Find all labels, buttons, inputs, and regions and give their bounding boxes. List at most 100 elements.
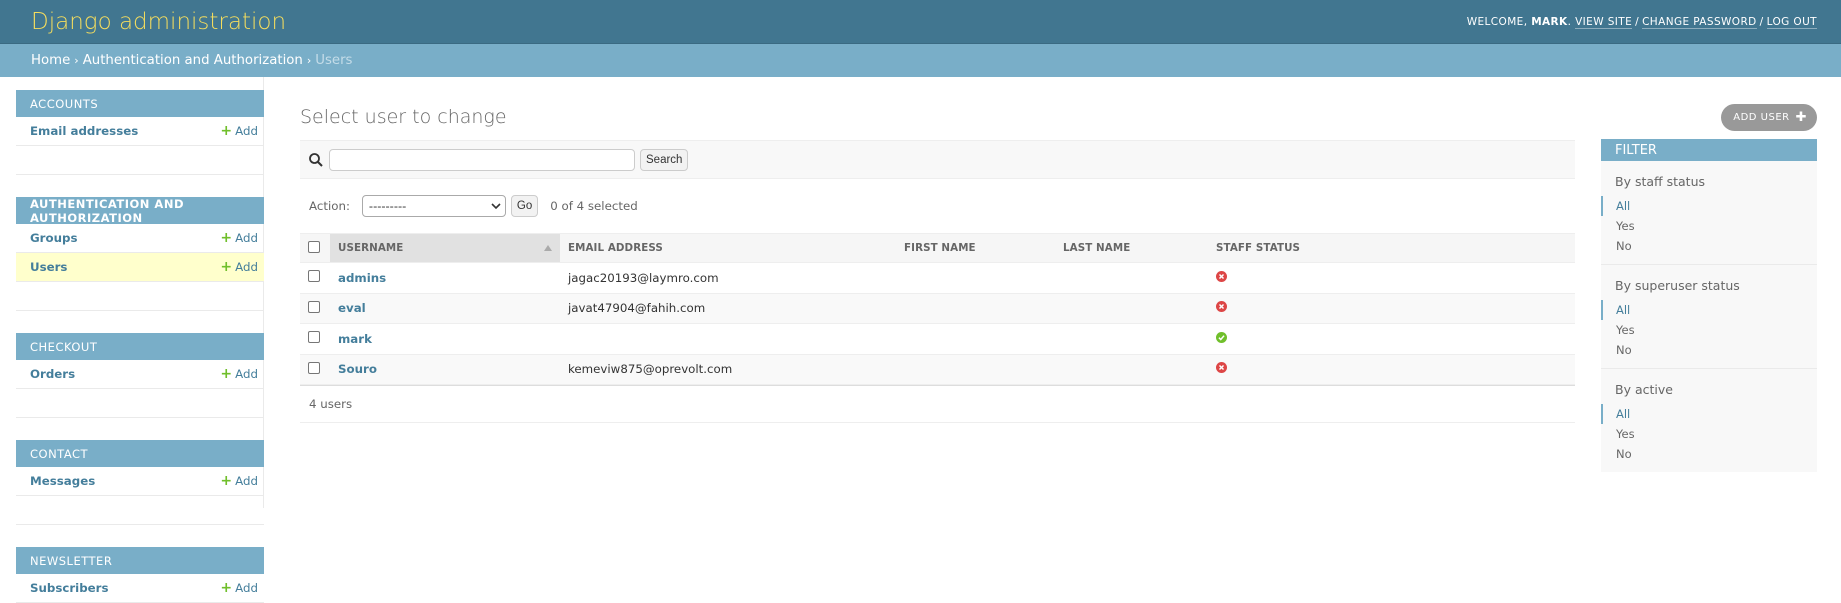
breadcrumb-current: Users xyxy=(315,53,353,68)
row-checkbox[interactable] xyxy=(308,270,320,283)
add-label: Add xyxy=(235,581,258,595)
sidebar-link-orders[interactable]: Orders xyxy=(30,367,75,381)
site-branding[interactable]: Django administration xyxy=(31,9,286,35)
filter-option-all: All xyxy=(1601,300,1817,320)
sidebar-item-subscribers: Subscribers + Add xyxy=(16,574,264,603)
module-caption-accounts[interactable]: Accounts xyxy=(16,90,264,117)
yes-icon xyxy=(1216,331,1227,343)
column-email[interactable]: Email address xyxy=(560,233,896,263)
current-username: MARK xyxy=(1531,15,1568,28)
module-caption-auth[interactable]: Authentication and Authorization xyxy=(16,197,264,225)
last-name-cell xyxy=(1055,324,1208,355)
changelist-main: Search Action: --------- Go 0 of 4 selec… xyxy=(300,140,1575,472)
username-link[interactable]: Souro xyxy=(338,362,377,376)
filter-group-active: By active All Yes No xyxy=(1601,369,1817,472)
column-email-label: Email address xyxy=(568,242,663,254)
module-caption-newsletter[interactable]: Newsletter xyxy=(16,547,264,574)
table-row: mark xyxy=(300,324,1575,355)
select-all-header xyxy=(300,233,330,263)
filter-option-yes: Yes xyxy=(1601,424,1817,444)
sidebar-link-users[interactable]: Users xyxy=(30,260,67,274)
last-name-cell xyxy=(1055,263,1208,294)
add-label: Add xyxy=(235,367,258,381)
filter-link-all[interactable]: All xyxy=(1616,407,1630,421)
add-email-address-link[interactable]: + Add xyxy=(220,123,258,139)
sidebar-link-messages[interactable]: Messages xyxy=(30,474,95,488)
changelist: Search Action: --------- Go 0 of 4 selec… xyxy=(300,139,1817,472)
username-link[interactable]: mark xyxy=(338,332,372,346)
add-order-link[interactable]: + Add xyxy=(220,366,258,382)
last-name-cell xyxy=(1055,293,1208,324)
first-name-cell xyxy=(896,324,1055,355)
module-caption-contact[interactable]: Contact xyxy=(16,440,264,467)
sidebar-link-email-addresses[interactable]: Email addresses xyxy=(30,124,138,138)
add-group-link[interactable]: + Add xyxy=(220,230,258,246)
column-username[interactable]: Username xyxy=(330,233,560,263)
no-icon xyxy=(1216,270,1227,282)
column-last-name-label: Last name xyxy=(1063,242,1131,254)
breadcrumb-home[interactable]: Home xyxy=(31,53,70,68)
filter-link-no[interactable]: No xyxy=(1616,447,1632,461)
main: Accounts Email addresses + Add Authentica… xyxy=(0,77,1841,603)
action-select[interactable]: --------- xyxy=(361,195,506,217)
add-message-link[interactable]: + Add xyxy=(220,473,258,489)
add-user-link[interactable]: + Add xyxy=(220,259,258,275)
changelist-filter: Filter By staff status All Yes No By sup… xyxy=(1601,139,1817,472)
search-button[interactable]: Search xyxy=(640,148,689,171)
filter-link-yes[interactable]: Yes xyxy=(1616,323,1635,337)
filter-option-yes: Yes xyxy=(1601,216,1817,236)
filter-link-no[interactable]: No xyxy=(1616,343,1632,357)
username-link[interactable]: eval xyxy=(338,301,366,315)
module-contact: Contact Messages + Add xyxy=(16,440,264,525)
search-input[interactable] xyxy=(329,148,635,171)
table-row: Souro kemeviw875@oprevolt.com xyxy=(300,354,1575,385)
log-out-link[interactable]: LOG OUT xyxy=(1766,15,1817,29)
row-checkbox[interactable] xyxy=(308,300,320,313)
sidebar-item-groups: Groups + Add xyxy=(16,224,264,253)
filter-option-yes: Yes xyxy=(1601,320,1817,340)
filter-link-all[interactable]: All xyxy=(1616,199,1630,213)
sort-ascending-icon[interactable] xyxy=(544,245,552,251)
column-first-name[interactable]: First name xyxy=(896,233,1055,263)
plus-icon: ✚ xyxy=(1795,110,1807,125)
row-checkbox[interactable] xyxy=(308,331,320,344)
table-row: admins jagac20193@laymro.com xyxy=(300,263,1575,294)
view-site-link[interactable]: VIEW SITE xyxy=(1575,15,1633,29)
sidebar-item-users: Users + Add xyxy=(16,253,264,282)
module-checkout: Checkout Orders + Add xyxy=(16,333,264,418)
breadcrumb-app[interactable]: Authentication and Authorization xyxy=(83,53,303,68)
no-icon xyxy=(1216,301,1227,313)
header: Django administration WELCOME, MARK. VIE… xyxy=(0,0,1841,44)
go-button[interactable]: Go xyxy=(510,195,539,217)
filter-option-all: All xyxy=(1601,196,1817,216)
breadcrumb: Home › Authentication and Authorization … xyxy=(0,44,1841,77)
filter-link-yes[interactable]: Yes xyxy=(1616,219,1635,233)
sidebar-item-orders: Orders + Add xyxy=(16,360,264,389)
column-username-label: Username xyxy=(338,242,404,254)
column-last-name[interactable]: Last name xyxy=(1055,233,1208,263)
search-icon xyxy=(309,152,323,167)
plus-icon: + xyxy=(220,580,233,596)
filter-link-all[interactable]: All xyxy=(1616,303,1630,317)
row-checkbox[interactable] xyxy=(308,361,320,374)
paginator: 4 users xyxy=(300,385,1575,423)
username-link[interactable]: admins xyxy=(338,271,386,285)
filter-title: Filter xyxy=(1601,139,1817,161)
welcome-text: WELCOME, xyxy=(1466,15,1528,28)
add-label: Add xyxy=(235,260,258,274)
column-staff-status[interactable]: Staff status xyxy=(1208,233,1575,263)
email-cell: javat47904@fahih.com xyxy=(568,301,706,316)
sidebar-link-subscribers[interactable]: Subscribers xyxy=(30,581,109,595)
add-user-button[interactable]: ADD USER ✚ xyxy=(1721,104,1817,131)
select-all-checkbox[interactable] xyxy=(308,240,320,253)
filter-link-no[interactable]: No xyxy=(1616,239,1632,253)
object-tools: ADD USER ✚ xyxy=(1721,104,1817,131)
module-caption-checkout[interactable]: Checkout xyxy=(16,333,264,360)
add-label: Add xyxy=(235,231,258,245)
sidebar-item-messages: Messages + Add xyxy=(16,467,264,496)
first-name-cell xyxy=(896,293,1055,324)
add-subscriber-link[interactable]: + Add xyxy=(220,580,258,596)
change-password-link[interactable]: CHANGE PASSWORD xyxy=(1642,15,1757,29)
sidebar-link-groups[interactable]: Groups xyxy=(30,231,77,245)
filter-link-yes[interactable]: Yes xyxy=(1616,427,1635,441)
